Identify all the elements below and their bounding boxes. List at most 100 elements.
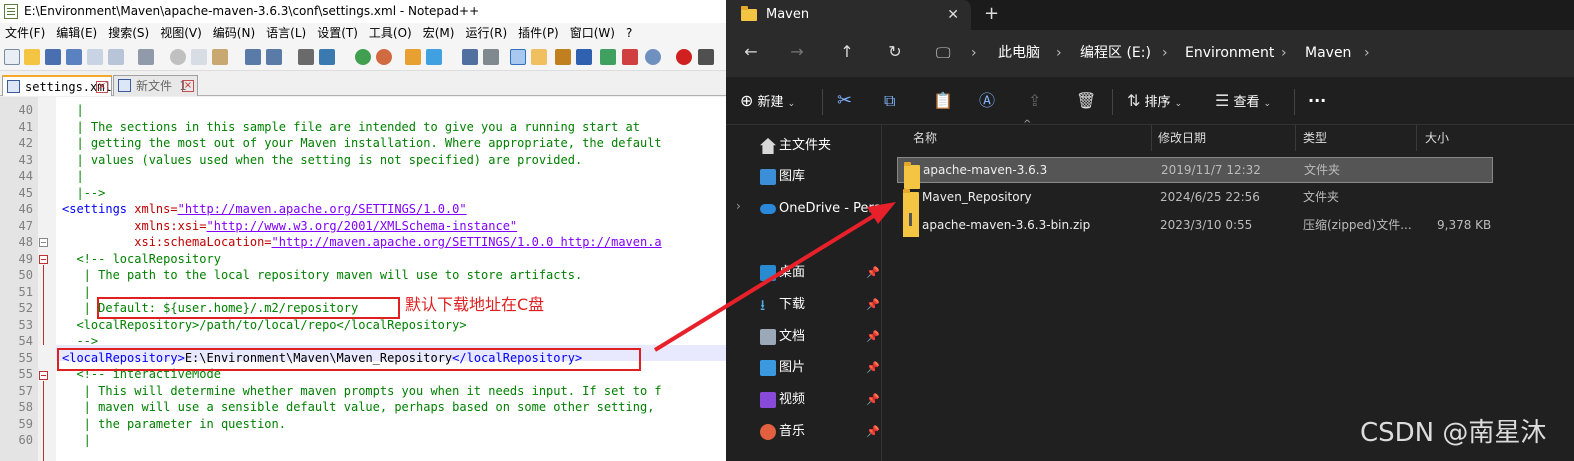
cut-icon[interactable]: ✂ bbox=[837, 77, 852, 125]
fold-toggle-icon[interactable] bbox=[39, 255, 48, 264]
zoom-out-icon[interactable] bbox=[376, 49, 392, 65]
paste-icon[interactable]: 📋 bbox=[933, 77, 953, 125]
column-divider[interactable] bbox=[1295, 125, 1296, 151]
func-list-icon[interactable] bbox=[576, 49, 592, 65]
delete-icon[interactable]: 🗑 bbox=[1076, 77, 1096, 125]
wrap-icon[interactable] bbox=[462, 49, 478, 65]
undo-icon[interactable] bbox=[245, 49, 261, 65]
menu-encoding[interactable]: 编码(N) bbox=[208, 23, 261, 43]
menu-plugins[interactable]: 插件(P) bbox=[513, 23, 565, 43]
copy-icon[interactable] bbox=[191, 49, 207, 65]
forward-arrow-icon[interactable]: → bbox=[784, 38, 810, 66]
close-icon[interactable]: × bbox=[182, 80, 194, 92]
line-number: 46 bbox=[18, 202, 33, 216]
tab-settings-xml[interactable]: settings.xml × bbox=[2, 75, 112, 96]
menu-macro[interactable]: 宏(M) bbox=[418, 23, 461, 43]
sync-h-icon[interactable] bbox=[426, 49, 442, 65]
column-header-modified[interactable]: 修改日期 bbox=[1158, 125, 1206, 151]
menu-language[interactable]: 语言(L) bbox=[261, 23, 312, 43]
monitor-icon[interactable] bbox=[622, 49, 638, 65]
menu-tools[interactable]: 工具(O) bbox=[364, 23, 418, 43]
fold-toggle-icon[interactable] bbox=[39, 238, 48, 247]
eye-icon[interactable] bbox=[645, 49, 661, 65]
menu-file[interactable]: 文件(F) bbox=[0, 23, 51, 43]
print-icon[interactable] bbox=[138, 49, 154, 65]
column-header-size[interactable]: 大小 bbox=[1425, 125, 1449, 151]
menu-search[interactable]: 搜索(S) bbox=[103, 23, 155, 43]
indent-guide-icon[interactable] bbox=[510, 49, 526, 65]
menu-settings[interactable]: 设置(T) bbox=[312, 23, 364, 43]
back-arrow-icon[interactable]: ← bbox=[738, 38, 764, 66]
sort-icon: ⇅ bbox=[1127, 91, 1141, 110]
annotation-label: 默认下载地址在C盘 bbox=[405, 295, 545, 314]
open-file-icon[interactable] bbox=[24, 49, 40, 65]
menu-view[interactable]: 视图(V) bbox=[155, 23, 208, 43]
menu-help[interactable]: ? bbox=[621, 23, 638, 43]
fold-toggle-icon[interactable] bbox=[39, 371, 48, 380]
menu-edit[interactable]: 编辑(E) bbox=[51, 23, 103, 43]
address-bar[interactable]: 🖵 › 此电脑 › 编程区 (E:) › Environment › Maven… bbox=[926, 37, 1566, 70]
zoom-in-icon[interactable] bbox=[355, 49, 371, 65]
line-number: 55 bbox=[18, 367, 33, 381]
save-icon[interactable] bbox=[45, 49, 61, 65]
pin-icon[interactable]: 📌 bbox=[866, 262, 880, 284]
code-editor[interactable]: 40 41 42 43 44 45 46 47 48 49 50 51 52 5… bbox=[0, 97, 726, 461]
column-divider[interactable] bbox=[1416, 125, 1417, 151]
sort-label: 排序 bbox=[1144, 95, 1171, 110]
column-header-type[interactable]: 类型 bbox=[1303, 125, 1327, 151]
sort-button[interactable]: ⇅ 排序 ⌄ bbox=[1127, 77, 1182, 125]
pin-icon[interactable]: 📌 bbox=[866, 326, 880, 348]
explorer-tab-maven[interactable]: Maven ✕ bbox=[726, 0, 971, 30]
refresh-icon[interactable]: ↻ bbox=[882, 38, 908, 66]
file-row[interactable]: Maven_Repository 2024/6/25 22:56 文件夹 bbox=[897, 185, 1493, 216]
file-row[interactable]: apache-maven-3.6.3 2019/11/7 12:32 文件夹 bbox=[897, 157, 1493, 189]
find-icon[interactable] bbox=[298, 49, 314, 65]
udl-icon[interactable] bbox=[531, 49, 547, 65]
breadcrumb-maven[interactable]: Maven bbox=[1305, 37, 1351, 70]
pin-icon[interactable]: 📌 bbox=[866, 421, 880, 443]
more-options-icon[interactable]: ··· bbox=[1308, 77, 1326, 125]
breadcrumb-drive-e[interactable]: 编程区 (E:) bbox=[1080, 37, 1151, 70]
new-tab-button[interactable]: + bbox=[984, 0, 999, 28]
new-button[interactable]: ⊕ 新建 ⌄ bbox=[740, 77, 795, 125]
column-header-name[interactable]: 名称 bbox=[913, 125, 937, 151]
code-line: <!-- localRepository bbox=[62, 251, 221, 266]
folder-workspace-icon[interactable] bbox=[600, 49, 616, 65]
record-macro-icon[interactable] bbox=[676, 49, 692, 65]
copy-icon[interactable]: ⧉ bbox=[884, 77, 895, 125]
pin-icon[interactable]: 📌 bbox=[866, 357, 880, 379]
redo-icon[interactable] bbox=[266, 49, 282, 65]
breadcrumb-this-pc[interactable]: 此电脑 bbox=[998, 37, 1040, 70]
menu-run[interactable]: 运行(R) bbox=[460, 23, 513, 43]
close-all-icon[interactable] bbox=[108, 49, 124, 65]
breadcrumb-environment[interactable]: Environment bbox=[1185, 37, 1274, 70]
new-file-icon[interactable] bbox=[4, 49, 20, 65]
file-type: 文件夹 bbox=[1304, 163, 1341, 177]
paste-icon[interactable] bbox=[212, 49, 228, 65]
up-arrow-icon[interactable]: ↑ bbox=[834, 38, 860, 66]
view-button[interactable]: ☰ 查看 ⌄ bbox=[1215, 77, 1271, 125]
sidebar-label: 桌面 bbox=[779, 265, 806, 280]
close-icon[interactable]: ✕ bbox=[947, 0, 959, 30]
line-number: 57 bbox=[18, 383, 33, 398]
menu-window[interactable]: 窗口(W) bbox=[565, 23, 621, 43]
cut-icon[interactable] bbox=[170, 49, 186, 65]
share-icon[interactable]: ⇪ bbox=[1028, 77, 1041, 125]
close-icon[interactable] bbox=[87, 49, 103, 65]
show-all-chars-icon[interactable] bbox=[483, 49, 499, 65]
pin-icon[interactable]: 📌 bbox=[866, 389, 880, 411]
column-divider[interactable] bbox=[1151, 125, 1152, 151]
save-all-icon[interactable] bbox=[66, 49, 82, 65]
pin-icon[interactable]: 📌 bbox=[866, 294, 880, 316]
replace-icon[interactable] bbox=[319, 49, 335, 65]
close-icon[interactable]: × bbox=[96, 81, 108, 93]
chevron-right-icon[interactable]: › bbox=[736, 199, 741, 213]
stop-macro-icon[interactable] bbox=[698, 49, 714, 65]
sync-v-icon[interactable] bbox=[405, 49, 421, 65]
chevron-right-icon: › bbox=[1364, 45, 1370, 61]
tab-new-file[interactable]: 新文件 1 × bbox=[113, 75, 198, 96]
rename-icon[interactable]: Ⓐ bbox=[979, 77, 995, 125]
file-row[interactable]: apache-maven-3.6.3-bin.zip 2023/3/10 0:5… bbox=[897, 213, 1493, 239]
doc-map-icon[interactable] bbox=[555, 49, 571, 65]
